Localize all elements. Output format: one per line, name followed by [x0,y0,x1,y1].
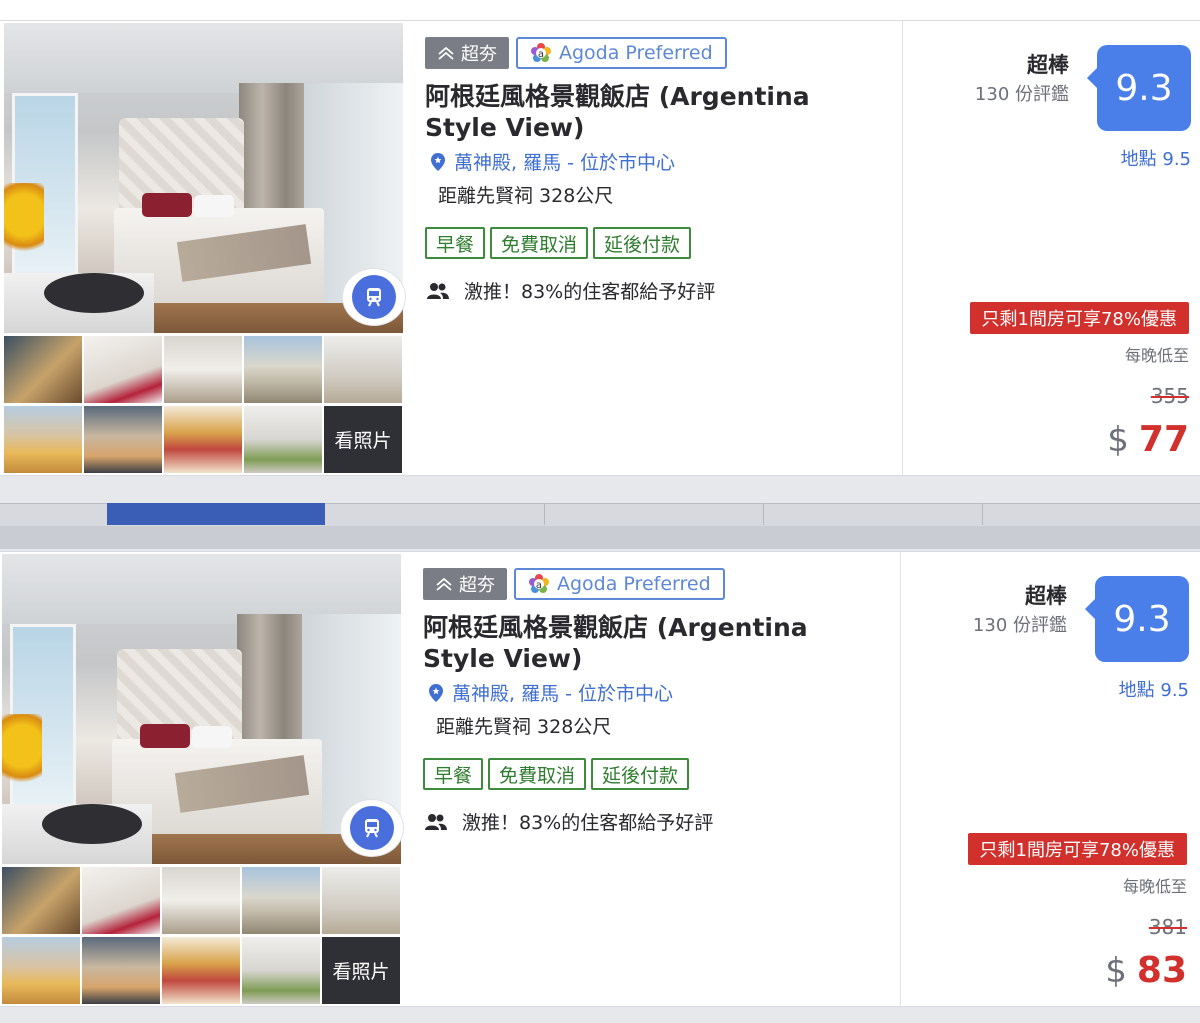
thumbnail[interactable] [244,406,322,473]
price-value: 83 [1136,950,1187,991]
recommendation-text: 激推！83%的住客都給予好評 [462,812,714,834]
tab-separator [544,503,545,525]
people-icon [427,282,449,299]
feature-free-cancellation: 免費取消 [490,227,589,259]
popular-tag-label: 超夯 [459,575,495,596]
thumbnail[interactable] [84,336,162,403]
location-pin-icon [431,152,445,171]
hotel-main-photo[interactable] [2,554,401,864]
location-link[interactable]: 萬神殿, 羅馬 - 位於市中心 [430,148,675,175]
thumbnail[interactable] [322,867,400,934]
active-tab-indicator [107,503,325,525]
thumbnail[interactable] [162,867,240,934]
agoda-preferred-tag[interactable]: a Agoda Preferred [516,37,727,69]
per-night-label: 每晚低至 [1124,346,1189,365]
price-value: 77 [1138,419,1189,460]
thumbnail[interactable] [162,937,240,1004]
feature-breakfast: 早餐 [423,758,484,790]
svg-text:a: a [538,49,544,60]
chevron-up-icon [438,46,454,60]
feature-pay-later: 延後付款 [593,227,692,259]
review-score: 9.3 [1113,598,1171,640]
rating-word: 超棒 [1027,53,1069,77]
hotel-card[interactable]: 看照片 超夯 a Agoda Preferred 阿根廷風格景觀飯店 (Arge… [0,20,1200,476]
location-text: 萬神殿, 羅馬 - 位於市中心 [454,152,676,174]
currency-symbol: $ [1107,420,1129,460]
agoda-logo-icon: a [531,43,551,62]
location-link[interactable]: 萬神殿, 羅馬 - 位於市中心 [428,679,673,706]
price-column: 超棒 130 份評鑑 9.3 地點 9.5 只剩1間房可享78%優惠 每晚低至 … [902,21,1200,475]
review-score-badge[interactable]: 9.3 [1087,45,1191,131]
location-text: 萬神殿, 羅馬 - 位於市中心 [452,683,674,705]
recommendation: 激推！83%的住客都給予好評 [424,808,713,835]
review-count[interactable]: 130 份評鑑 [949,81,1069,108]
chevron-up-icon [436,577,452,591]
popular-tag-label: 超夯 [461,44,497,65]
popular-tag: 超夯 [423,568,507,600]
thumbnail[interactable] [84,406,162,473]
agoda-preferred-label: Agoda Preferred [557,573,711,595]
photo-thumbnails: 看照片 [2,867,401,1005]
thumbnail[interactable] [242,867,320,934]
per-night-label: 每晚低至 [1122,877,1187,896]
feature-breakfast: 早餐 [425,227,486,259]
hotel-card[interactable]: 看照片 超夯 a Agoda Preferred 阿根廷風格景觀飯店 (Arge… [0,551,1200,1007]
current-price[interactable]: $ 77 [1107,419,1189,460]
thumbnail[interactable] [244,336,322,403]
thumbnail[interactable] [2,937,80,1004]
distance-text: 距離先賢祠 328公尺 [436,716,612,738]
tab-separator [763,503,764,525]
thumbnail[interactable] [164,406,242,473]
feature-pay-later: 延後付款 [591,758,690,790]
distance-text: 距離先賢祠 328公尺 [438,185,614,207]
location-score: 地點 9.5 [1120,149,1191,170]
recommendation: 激推！83%的住客都給予好評 [426,277,715,304]
price-column: 超棒 130 份評鑑 9.3 地點 9.5 只剩1間房可享78%優惠 每晚低至 … [900,552,1200,1006]
thumbnail[interactable] [4,406,82,473]
transit-badge [343,269,405,325]
train-icon [352,275,396,319]
agoda-logo-icon: a [529,574,549,593]
tab-separator [982,503,983,525]
svg-text:a: a [536,580,542,591]
deal-badge: 只剩1間房可享78%優惠 [969,302,1189,334]
thumbnail[interactable] [164,336,242,403]
see-photos-label: 看照片 [334,430,392,452]
recommendation-text: 激推！83%的住客都給予好評 [464,281,716,303]
agoda-preferred-label: Agoda Preferred [559,42,713,64]
currency-symbol: $ [1105,951,1127,991]
people-icon [425,813,447,830]
agoda-preferred-tag[interactable]: a Agoda Preferred [514,568,725,600]
deal-badge: 只剩1間房可享78%優惠 [967,833,1187,865]
photo-thumbnails: 看照片 [4,336,403,474]
thumbnail[interactable] [4,336,82,403]
current-price[interactable]: $ 83 [1105,950,1187,991]
transit-badge [341,800,403,856]
original-price: 381 [1148,915,1187,939]
thumbnail[interactable] [82,867,160,934]
rating-word: 超棒 [1025,584,1067,608]
thumbnail[interactable] [242,937,320,1004]
thumbnail[interactable] [2,867,80,934]
hotel-name[interactable]: 阿根廷風格景觀飯店 (Argentina Style View) [425,81,865,143]
see-photos-button[interactable]: 看照片 [324,406,402,473]
thumbnail[interactable] [82,937,160,1004]
hotel-main-photo[interactable] [4,23,403,333]
feature-free-cancellation: 免費取消 [488,758,587,790]
see-photos-button[interactable]: 看照片 [322,937,400,1004]
review-score-badge[interactable]: 9.3 [1085,576,1189,662]
see-photos-label: 看照片 [332,961,390,983]
review-count[interactable]: 130 份評鑑 [947,612,1067,639]
popular-tag: 超夯 [425,37,509,69]
review-score: 9.3 [1115,67,1173,109]
top-strip [0,0,1200,20]
train-icon [350,806,394,850]
thumbnail[interactable] [324,336,402,403]
original-price: 355 [1150,384,1189,408]
location-pin-icon [429,683,443,702]
location-score: 地點 9.5 [1118,680,1189,701]
hotel-name[interactable]: 阿根廷風格景觀飯店 (Argentina Style View) [423,612,863,674]
